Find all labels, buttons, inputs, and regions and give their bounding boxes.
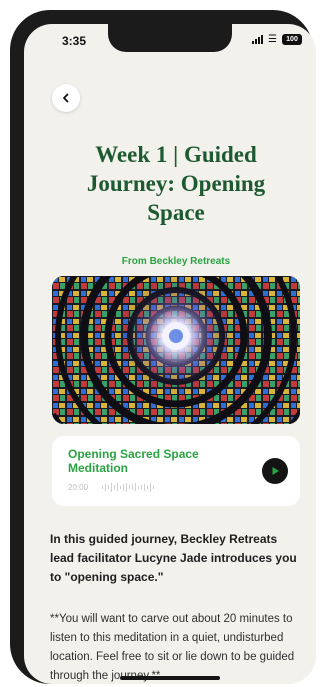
play-icon [272,467,279,475]
home-indicator [120,676,220,680]
wifi-icon: ☰ [268,33,277,45]
play-button[interactable] [262,458,288,484]
battery-icon: 100 [282,34,302,45]
app-screen: 3:35 ☰ 100 Week 1 | Guided Journey: Open… [24,24,316,684]
audio-duration: 20:00 [68,483,89,492]
instruction-note: **You will want to carve out about 20 mi… [50,613,295,682]
stained-glass-spiral-illustration [52,276,300,424]
device-notch [108,24,232,52]
chevron-left-icon [63,93,69,103]
signal-icon [252,35,264,44]
back-button[interactable] [52,84,80,112]
status-icons: ☰ 100 [252,34,302,45]
phone-frame: 3:35 ☰ 100 Week 1 | Guided Journey: Open… [10,10,316,684]
page-title: Week 1 | Guided Journey: Opening Space [86,142,266,225]
audio-card[interactable]: Opening Sacred Space Meditation 20:00 [52,436,300,506]
source-link[interactable]: From Beckley Retreats [60,256,292,267]
status-time: 3:35 [62,34,87,48]
audio-title: Opening Sacred Space Meditation [68,447,199,475]
hero-image [52,276,300,424]
waveform-icon [102,482,154,492]
intro-text: In this guided journey, Beckley Retreats… [50,532,297,584]
battery-level: 100 [286,36,298,43]
